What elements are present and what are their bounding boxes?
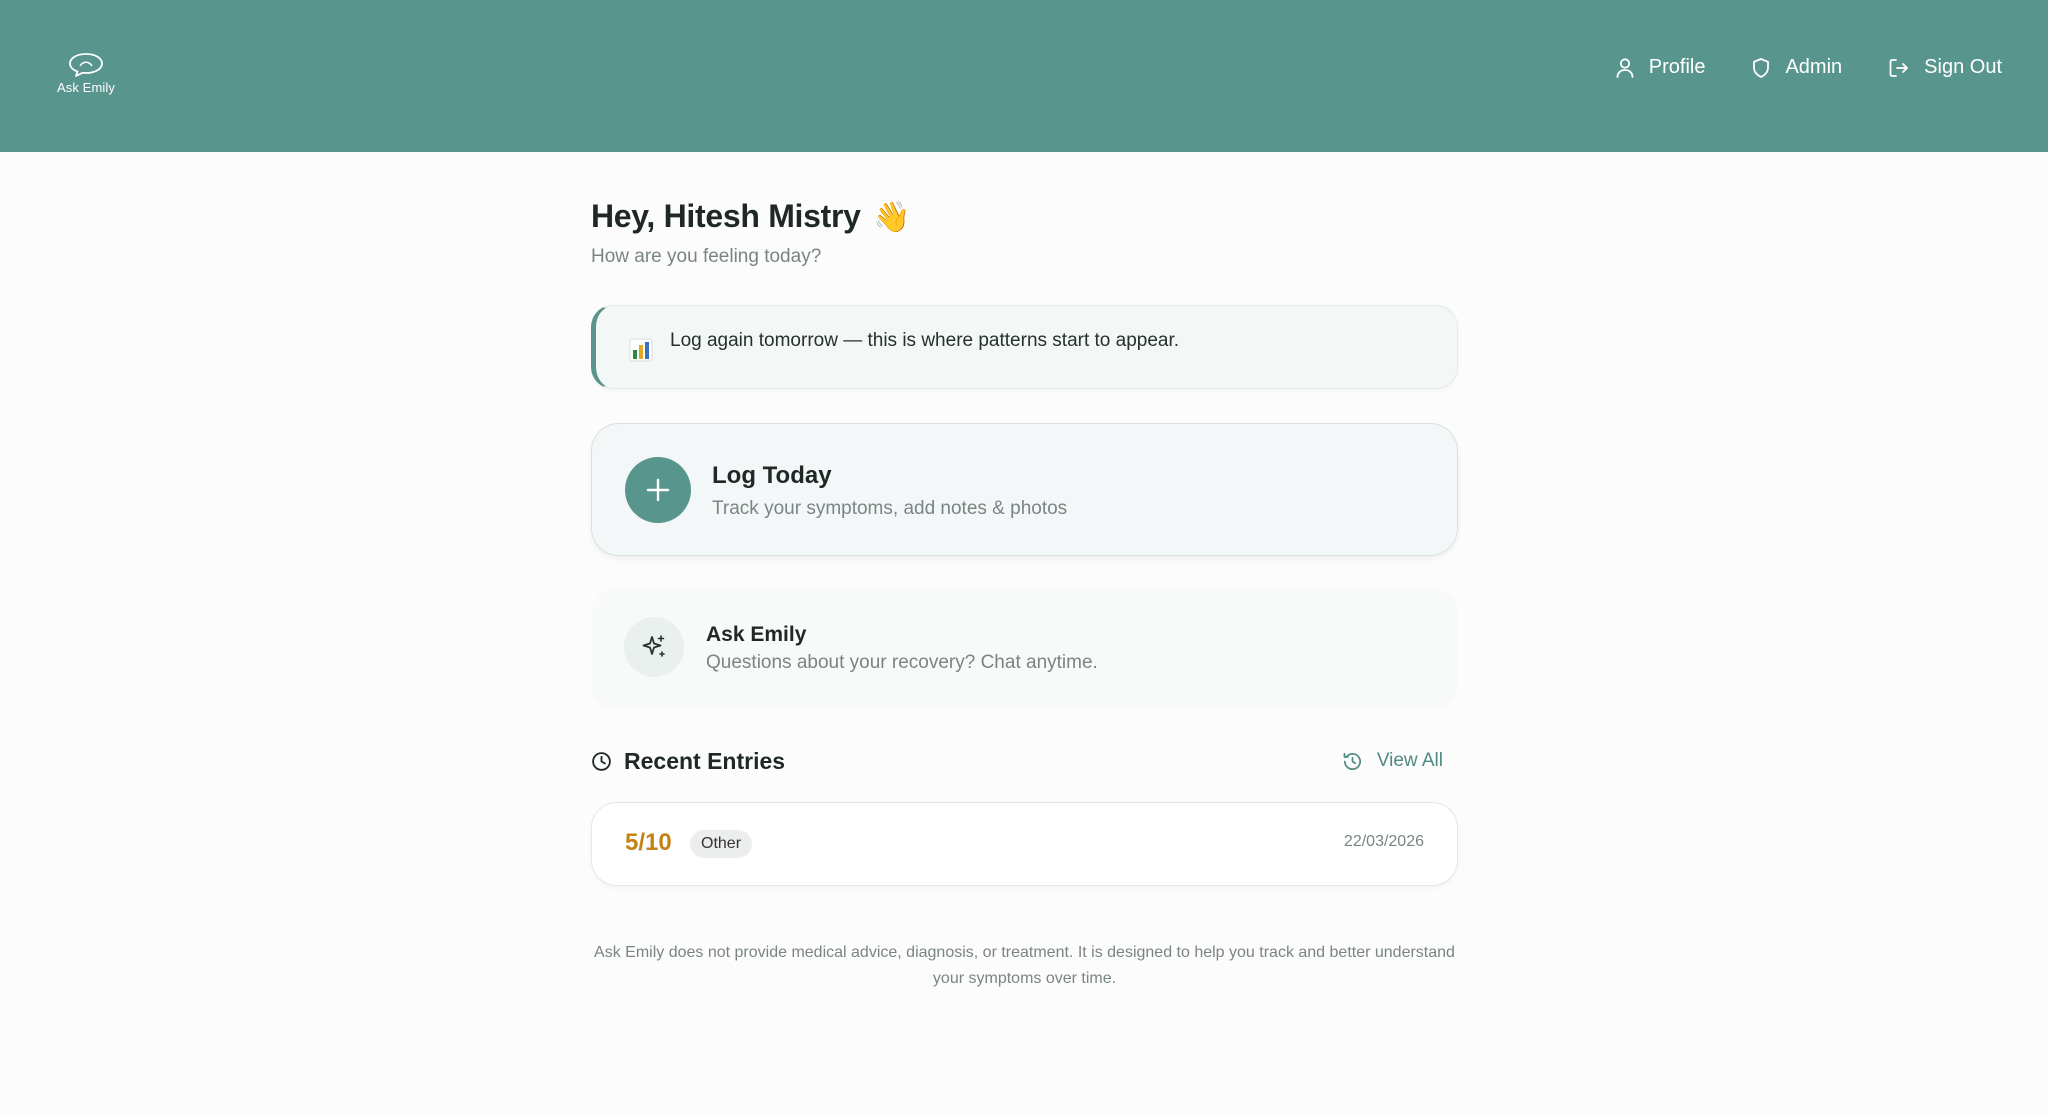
insight-banner: Log again tomorrow — this is where patte… [591, 305, 1458, 389]
entry-score: 5/10 [625, 829, 672, 856]
recent-entries-title: Recent Entries [591, 748, 785, 775]
sparkle-badge [624, 617, 684, 677]
chat-bubble-icon [69, 53, 103, 77]
clock-icon [592, 752, 611, 771]
log-today-subtitle: Track your symptoms, add notes & photos [712, 498, 1068, 519]
history-icon [1343, 752, 1361, 770]
top-nav: Profile Admin Sign Out [1615, 56, 2002, 79]
recent-entries-label: Recent Entries [624, 748, 786, 774]
recent-entries-header: Recent Entries View All [591, 748, 1458, 780]
nav-profile-label: Profile [1648, 56, 1706, 78]
greeting-text: Hey, Hitesh Mistry [591, 198, 861, 234]
entry-tag: Other [690, 830, 753, 858]
nav-sign-out-label: Sign Out [1924, 56, 2002, 78]
logo[interactable]: Ask Emily [57, 52, 115, 95]
disclaimer: Ask Emily does not provide medical advic… [594, 944, 1455, 987]
sparkle-icon [642, 635, 665, 657]
nav-profile[interactable]: Profile [1615, 56, 1706, 79]
shield-icon [1753, 57, 1770, 78]
log-today-card[interactable]: Log Today Track your symptoms, add notes… [591, 423, 1458, 556]
nav-admin-label: Admin [1785, 56, 1843, 78]
page-title: Hey, Hitesh Mistry 👋 [591, 198, 911, 235]
user-icon [1616, 57, 1634, 78]
nav-admin[interactable]: Admin [1751, 56, 1842, 79]
bar-chart-icon [629, 338, 653, 362]
entry-row[interactable]: 5/10 Other 22/03/2026 [591, 802, 1458, 886]
view-all-link[interactable]: View All [1342, 750, 1443, 772]
plus-button[interactable] [625, 457, 691, 523]
waving-hand-icon: 👋 [873, 201, 911, 234]
plus-icon [646, 478, 670, 502]
entry-date: 22/03/2026 [1343, 833, 1424, 850]
ask-emily-title: Ask Emily [706, 623, 807, 646]
log-out-icon [1889, 58, 1909, 77]
logo-text: Ask Emily [57, 80, 115, 95]
log-today-title: Log Today [712, 462, 832, 489]
ask-emily-card[interactable]: Ask Emily Questions about your recovery?… [591, 588, 1458, 710]
top-header: Ask Emily Profile Admin Sign Out [0, 0, 2048, 152]
view-all-label: View All [1376, 750, 1443, 771]
banner-text: Log again tomorrow — this is where patte… [670, 330, 1180, 351]
greeting-subtitle: How are you feeling today? [591, 246, 822, 267]
ask-emily-subtitle: Questions about your recovery? Chat anyt… [706, 652, 1098, 673]
nav-sign-out[interactable]: Sign Out [1888, 56, 2002, 79]
